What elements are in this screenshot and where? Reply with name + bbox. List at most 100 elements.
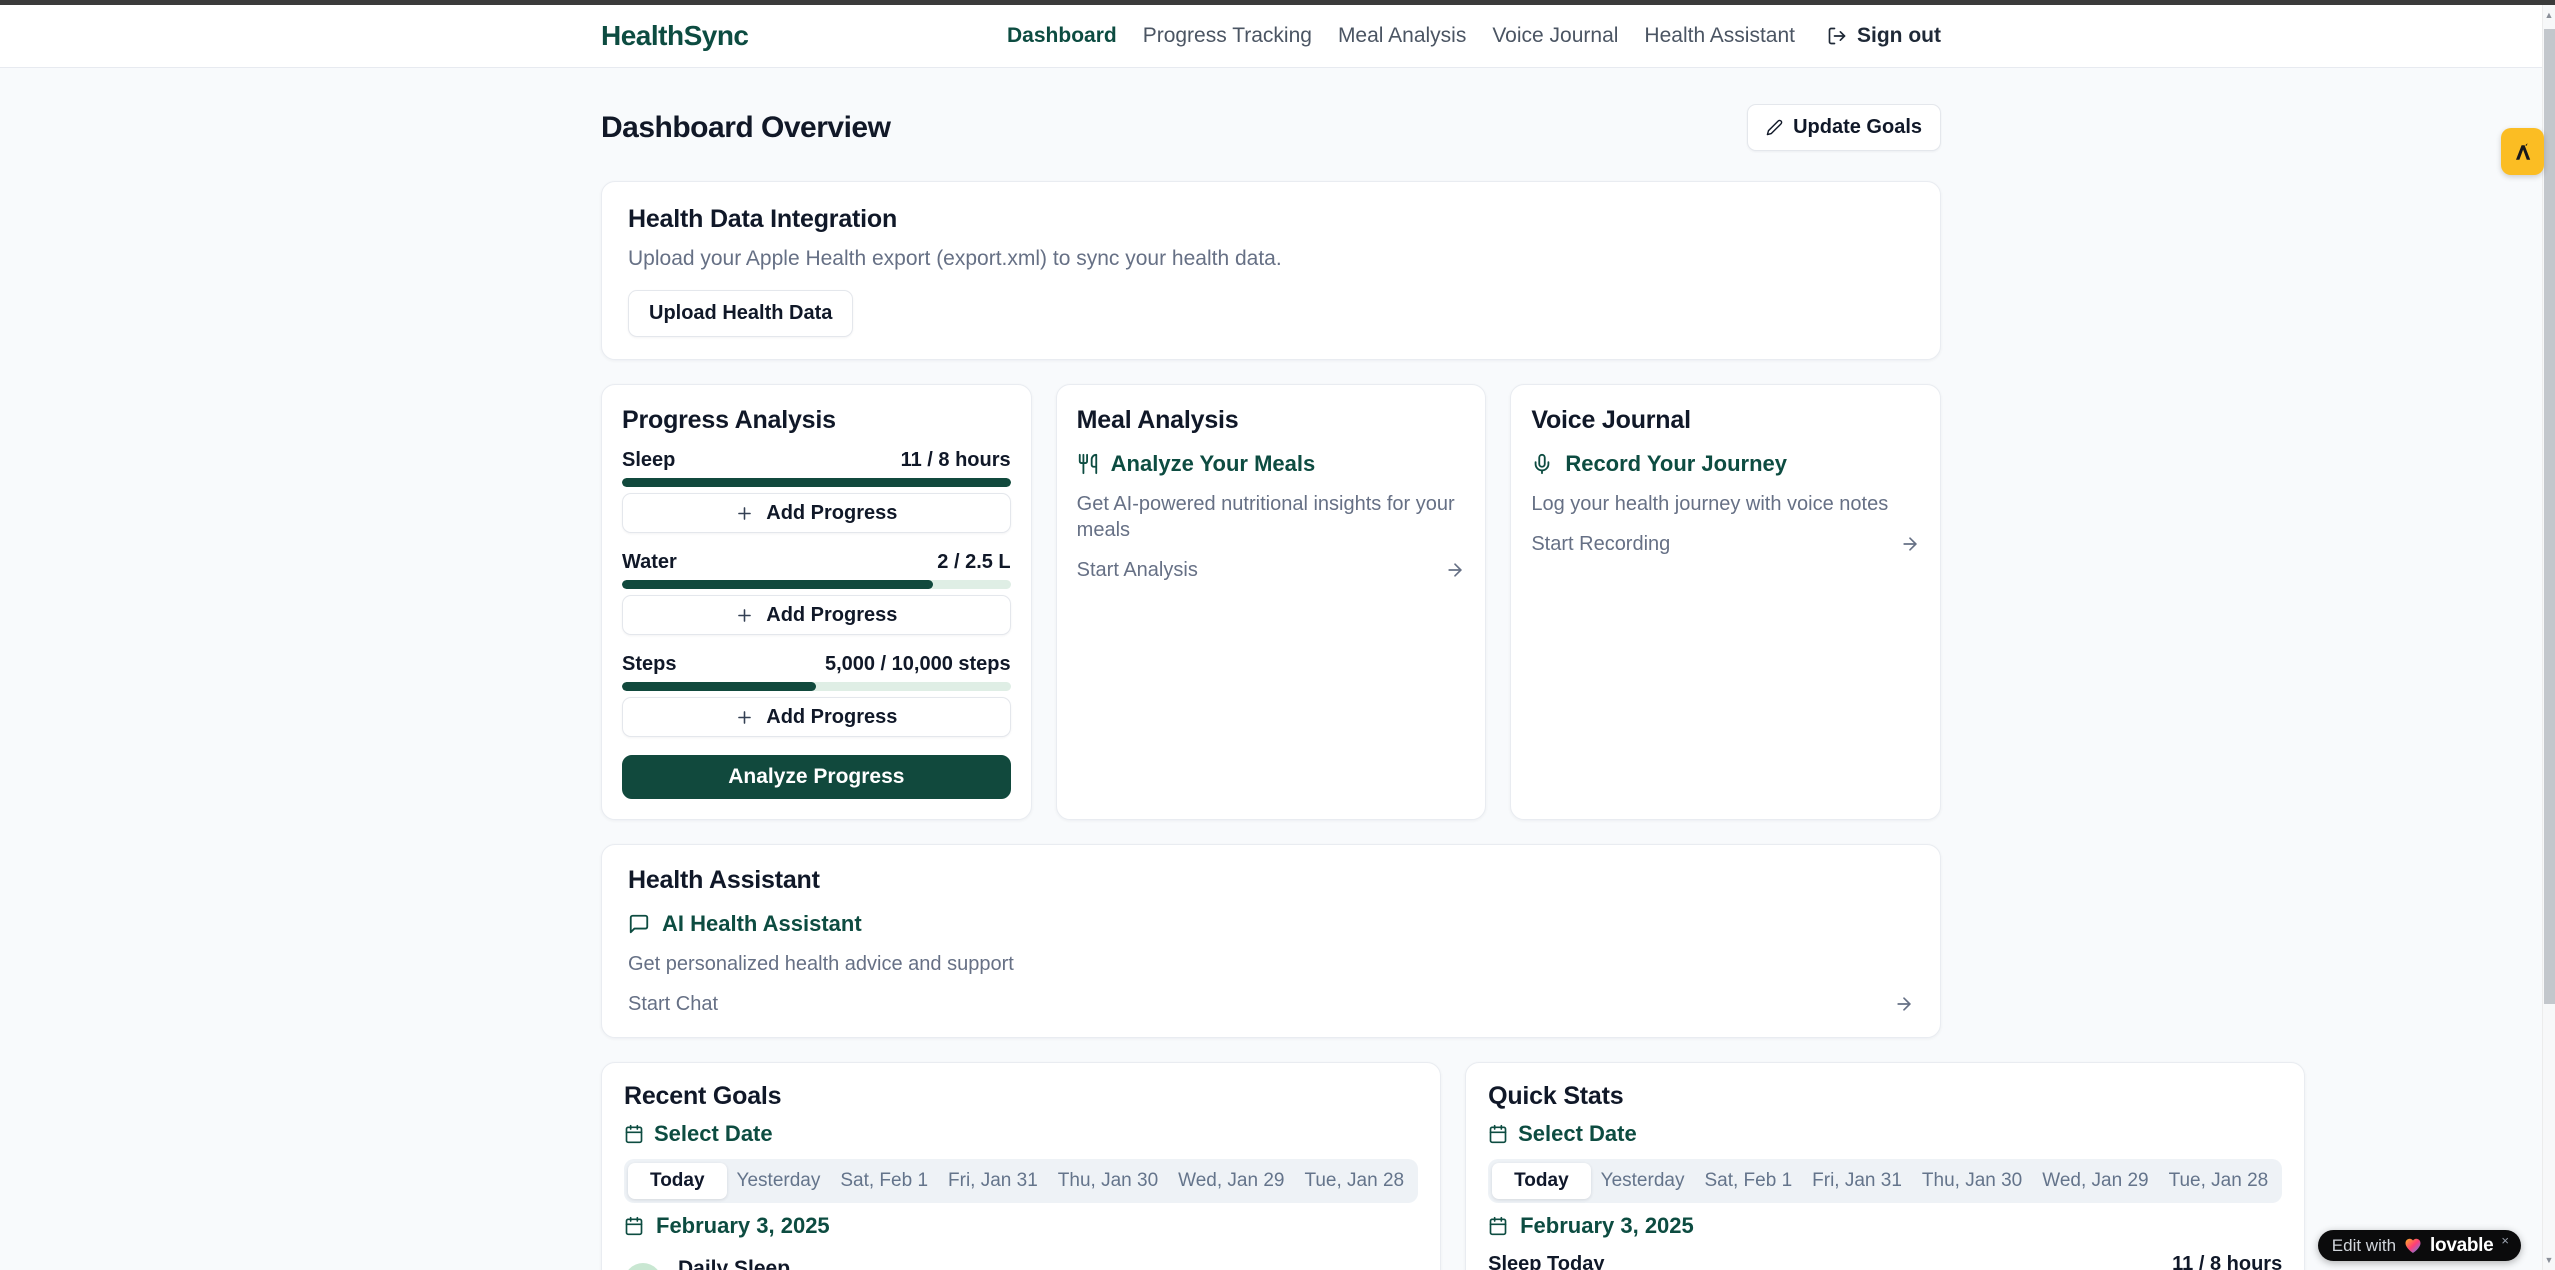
window-top-strip bbox=[0, 0, 2555, 5]
add-sleep-progress-button[interactable]: Add Progress bbox=[622, 493, 1011, 533]
water-label: Water bbox=[622, 549, 677, 575]
date-tab-tue-jan-28[interactable]: Tue, Jan 28 bbox=[1294, 1163, 1414, 1199]
date-tab-thu-jan-30[interactable]: Thu, Jan 30 bbox=[1048, 1163, 1168, 1199]
scroll-down-arrow[interactable]: ▼ bbox=[2543, 1250, 2555, 1270]
page-title: Dashboard Overview bbox=[601, 109, 890, 147]
feature-link-label: Record Your Journey bbox=[1565, 451, 1787, 477]
card-title: Health Assistant bbox=[628, 865, 1914, 895]
heart-icon bbox=[2404, 1237, 2422, 1254]
date-tab-tue-jan-28[interactable]: Tue, Jan 28 bbox=[2159, 1163, 2279, 1199]
add-steps-progress-button[interactable]: Add Progress bbox=[622, 697, 1011, 737]
progress-analysis-card: Progress Analysis Sleep 11 / 8 hours Add… bbox=[601, 384, 1032, 820]
add-water-progress-button[interactable]: Add Progress bbox=[622, 595, 1011, 635]
scroll-up-arrow[interactable]: ▲ bbox=[2543, 5, 2555, 25]
main-nav: Dashboard Progress Tracking Meal Analysi… bbox=[1007, 24, 1941, 48]
scrollbar-thumb[interactable] bbox=[2544, 29, 2555, 1004]
date-tab-yesterday[interactable]: Yesterday bbox=[1591, 1163, 1695, 1199]
card-title: Health Data Integration bbox=[628, 204, 1914, 234]
meal-analysis-card: Meal Analysis Analyze Your Meals Get AI-… bbox=[1056, 384, 1487, 820]
goal-name: Daily Sleep bbox=[678, 1257, 790, 1270]
calendar-icon bbox=[1488, 1124, 1508, 1144]
water-value: 2 / 2.5 L bbox=[937, 549, 1010, 575]
health-assistant-card: Health Assistant AI Health Assistant Get… bbox=[601, 844, 1941, 1038]
lovable-edit-button[interactable] bbox=[2501, 128, 2544, 175]
stat-value: 11 / 8 hours bbox=[2172, 1251, 2282, 1270]
feature-action-label: Start Analysis bbox=[1077, 557, 1198, 583]
date-tab-today[interactable]: Today bbox=[628, 1163, 727, 1199]
card-title: Meal Analysis bbox=[1077, 405, 1466, 435]
plus-icon bbox=[735, 708, 754, 727]
goal-item: Daily Sleep 11 / 8 hours bbox=[624, 1257, 1418, 1270]
nav-voice-journal[interactable]: Voice Journal bbox=[1492, 24, 1618, 48]
app-header: HealthSync Dashboard Progress Tracking M… bbox=[0, 5, 2542, 68]
date-tabs: Today Yesterday Sat, Feb 1 Fri, Jan 31 T… bbox=[1488, 1159, 2282, 1203]
date-tab-sat-feb-1[interactable]: Sat, Feb 1 bbox=[830, 1163, 938, 1199]
date-tab-thu-jan-30[interactable]: Thu, Jan 30 bbox=[1912, 1163, 2032, 1199]
scrollbar[interactable]: ▲ ▼ bbox=[2542, 5, 2555, 1270]
date-tab-sat-feb-1[interactable]: Sat, Feb 1 bbox=[1694, 1163, 1802, 1199]
analyze-progress-button[interactable]: Analyze Progress bbox=[622, 755, 1011, 799]
selected-date-label: February 3, 2025 bbox=[1520, 1213, 1694, 1239]
card-title: Voice Journal bbox=[1531, 405, 1920, 435]
start-chat-link[interactable]: Start Chat bbox=[628, 991, 1914, 1017]
analyze-your-meals-link[interactable]: Analyze Your Meals bbox=[1077, 451, 1466, 477]
steps-metric: Steps 5,000 / 10,000 steps Add Progress bbox=[622, 651, 1011, 737]
sign-out-button[interactable]: Sign out bbox=[1827, 24, 1941, 48]
badge-brand: lovable bbox=[2430, 1235, 2493, 1257]
feature-description: Log your health journey with voice notes bbox=[1531, 491, 1920, 517]
arrow-right-icon bbox=[1445, 560, 1465, 580]
feature-action-label: Start Recording bbox=[1531, 531, 1670, 557]
date-tab-fri-jan-31[interactable]: Fri, Jan 31 bbox=[938, 1163, 1048, 1199]
nav-meal-analysis[interactable]: Meal Analysis bbox=[1338, 24, 1466, 48]
date-tabs: Today Yesterday Sat, Feb 1 Fri, Jan 31 T… bbox=[624, 1159, 1418, 1203]
update-goals-button[interactable]: Update Goals bbox=[1747, 104, 1941, 151]
record-your-journey-link[interactable]: Record Your Journey bbox=[1531, 451, 1920, 477]
water-progress-bar bbox=[622, 580, 1011, 589]
date-tab-fri-jan-31[interactable]: Fri, Jan 31 bbox=[1802, 1163, 1912, 1199]
plus-icon bbox=[735, 504, 754, 523]
edit-with-lovable-badge[interactable]: Edit with lovable × bbox=[2318, 1230, 2521, 1261]
feature-description: Get AI-powered nutritional insights for … bbox=[1077, 491, 1466, 543]
select-date-label: Select Date bbox=[1518, 1121, 1637, 1147]
date-tab-yesterday[interactable]: Yesterday bbox=[727, 1163, 831, 1199]
app-logo[interactable]: HealthSync bbox=[601, 20, 749, 52]
close-icon[interactable]: × bbox=[2501, 1234, 2509, 1247]
select-date-button[interactable]: Select Date bbox=[624, 1121, 1418, 1147]
plus-icon bbox=[735, 606, 754, 625]
ai-health-assistant-link[interactable]: AI Health Assistant bbox=[628, 911, 1914, 937]
arrow-right-icon bbox=[1900, 534, 1920, 554]
recent-goals-card: Recent Goals Select Date Today Yesterday… bbox=[601, 1062, 1441, 1270]
feature-link-label: AI Health Assistant bbox=[662, 911, 862, 937]
add-progress-label: Add Progress bbox=[766, 706, 897, 729]
nav-progress-tracking[interactable]: Progress Tracking bbox=[1143, 24, 1312, 48]
pencil-icon bbox=[1766, 119, 1783, 136]
date-tab-wed-jan-29[interactable]: Wed, Jan 29 bbox=[1168, 1163, 1294, 1199]
sleep-progress-bar bbox=[622, 478, 1011, 487]
card-title: Recent Goals bbox=[624, 1081, 1418, 1111]
update-goals-label: Update Goals bbox=[1793, 116, 1922, 139]
selected-date-label: February 3, 2025 bbox=[656, 1213, 830, 1239]
upload-health-data-button[interactable]: Upload Health Data bbox=[628, 290, 853, 337]
mic-icon bbox=[1531, 453, 1553, 475]
calendar-icon bbox=[1488, 1216, 1508, 1236]
date-tab-today[interactable]: Today bbox=[1492, 1163, 1591, 1199]
health-data-description: Upload your Apple Health export (export.… bbox=[628, 246, 1914, 272]
sleep-label: Sleep bbox=[622, 447, 675, 473]
start-analysis-link[interactable]: Start Analysis bbox=[1077, 557, 1466, 583]
health-data-integration-card: Health Data Integration Upload your Appl… bbox=[601, 181, 1941, 360]
date-tab-wed-jan-29[interactable]: Wed, Jan 29 bbox=[2032, 1163, 2158, 1199]
sleep-today-stat: Sleep Today 11 / 8 hours bbox=[1488, 1251, 2282, 1270]
lovable-logo-icon bbox=[2511, 140, 2535, 164]
chat-icon bbox=[628, 913, 650, 935]
steps-progress-bar bbox=[622, 682, 1011, 691]
start-recording-link[interactable]: Start Recording bbox=[1531, 531, 1920, 557]
voice-journal-card: Voice Journal Record Your Journey Log yo… bbox=[1510, 384, 1941, 820]
add-progress-label: Add Progress bbox=[766, 502, 897, 525]
feature-description: Get personalized health advice and suppo… bbox=[628, 951, 1914, 977]
water-metric: Water 2 / 2.5 L Add Progress bbox=[622, 549, 1011, 635]
selected-date: February 3, 2025 bbox=[624, 1213, 1418, 1239]
nav-dashboard[interactable]: Dashboard bbox=[1007, 24, 1117, 48]
select-date-button[interactable]: Select Date bbox=[1488, 1121, 2282, 1147]
feature-action-label: Start Chat bbox=[628, 991, 718, 1017]
nav-health-assistant[interactable]: Health Assistant bbox=[1644, 24, 1795, 48]
